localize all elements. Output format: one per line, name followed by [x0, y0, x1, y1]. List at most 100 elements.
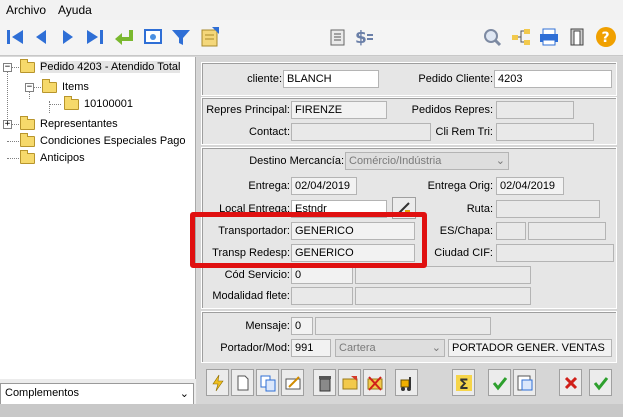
message-group: Mensaje: 0 Portador/Mod: 991 Cartera ⌄ P…: [201, 311, 617, 363]
tree-item-anticipos[interactable]: Anticipos: [20, 149, 85, 166]
folder-icon: [20, 149, 35, 164]
tree-item-items[interactable]: Items: [42, 78, 89, 95]
cli-rem-tri-field[interactable]: [496, 123, 594, 141]
entrega-orig-label: Entrega Orig:: [427, 180, 493, 192]
open-folder-icon[interactable]: [338, 369, 361, 396]
mensaje-field[interactable]: 0: [291, 317, 313, 335]
portador-mod-label: Portador/Mod:: [220, 342, 290, 354]
cancel-folder-icon[interactable]: [363, 369, 386, 396]
menu-archivo[interactable]: Archivo: [0, 3, 52, 17]
local-entrega-field[interactable]: Estndr: [291, 200, 387, 218]
lightning-icon[interactable]: [206, 369, 229, 396]
portador-mod-select[interactable]: Cartera ⌄: [335, 339, 445, 357]
collapse-root-icon[interactable]: −: [3, 63, 12, 72]
preview-icon[interactable]: [141, 25, 165, 49]
es-field[interactable]: [496, 222, 526, 240]
ciudad-cif-label: Ciudad CIF:: [434, 247, 493, 259]
folder-icon: [20, 115, 35, 130]
cod-servicio-desc-field[interactable]: [355, 266, 531, 284]
mensaje-label: Mensaje:: [245, 320, 290, 332]
delivery-group: Destino Mercancía: Comércio/Indústria ⌄ …: [201, 147, 617, 309]
collapse-items-icon[interactable]: −: [25, 83, 34, 92]
currency-icon[interactable]: $: [352, 25, 376, 49]
sum-icon[interactable]: Σ: [452, 369, 475, 396]
main-toolbar: $ ?: [0, 20, 623, 56]
entrega-label: Entrega:: [248, 180, 290, 192]
modalidad-flete-label: Modalidad flete:: [212, 290, 290, 302]
return-icon[interactable]: [112, 25, 136, 49]
help-icon[interactable]: ?: [594, 25, 618, 49]
cliente-field[interactable]: BLANCH: [283, 70, 379, 88]
expand-representantes-icon[interactable]: +: [3, 120, 12, 129]
destino-label: Destino Mercancía:: [249, 155, 344, 167]
pedidos-repres-field[interactable]: [496, 101, 574, 119]
entrega-orig-field[interactable]: 02/04/2019: [496, 177, 564, 195]
representative-group: Repres Principal: FIRENZE Pedidos Repres…: [201, 97, 617, 145]
forklift-icon[interactable]: [395, 369, 418, 396]
filter-icon[interactable]: [169, 25, 193, 49]
svg-text:Σ: Σ: [459, 377, 469, 392]
transp-redesp-label: Transp Redesp:: [212, 247, 290, 259]
first-icon[interactable]: [3, 25, 27, 49]
folder-icon: [42, 78, 57, 93]
cod-servicio-field[interactable]: 0: [291, 266, 353, 284]
confirm-icon[interactable]: [488, 369, 511, 396]
repres-principal-label: Repres Principal:: [206, 104, 290, 116]
menu-bar: Archivo Ayuda: [0, 0, 623, 20]
tree-item-10100001[interactable]: 10100001: [64, 95, 133, 112]
folder-icon: [20, 58, 35, 73]
destino-select[interactable]: Comércio/Indústria ⌄: [345, 152, 509, 170]
chevron-down-icon: ⌄: [495, 155, 505, 167]
menu-ayuda[interactable]: Ayuda: [52, 3, 98, 17]
chevron-down-icon: ⌄: [179, 388, 189, 400]
modalidad-flete-desc-field[interactable]: [355, 287, 531, 305]
new-document-icon[interactable]: [231, 369, 254, 396]
export-icon[interactable]: [197, 25, 221, 49]
prev-icon[interactable]: [29, 25, 53, 49]
tree-icon[interactable]: [509, 25, 533, 49]
order-detail-panel: cliente: BLANCH Pedido Cliente: 4203 Rep…: [197, 57, 623, 417]
search-icon[interactable]: [480, 25, 504, 49]
complementos-select[interactable]: Complementos ⌄: [0, 383, 194, 405]
mensaje-desc-field[interactable]: [315, 317, 491, 335]
edit-icon[interactable]: [281, 369, 304, 396]
status-strip: [0, 404, 623, 417]
folder-icon: [64, 95, 79, 110]
print-icon[interactable]: [537, 25, 561, 49]
notes-icon[interactable]: [326, 25, 350, 49]
svg-text:$: $: [355, 28, 367, 47]
transp-redesp-field[interactable]: GENERICO: [291, 244, 415, 262]
last-icon[interactable]: [83, 25, 107, 49]
contact-label: Contact:: [249, 126, 290, 138]
tree-item-representantes[interactable]: Representantes: [20, 115, 118, 132]
chapa-field[interactable]: [528, 222, 606, 240]
portador-code-field[interactable]: 991: [291, 339, 331, 357]
close-icon[interactable]: [559, 369, 582, 396]
pedido-cliente-field[interactable]: 4203: [494, 70, 612, 88]
delete-icon[interactable]: [313, 369, 336, 396]
cli-rem-tri-label: Cli Rem Tri:: [435, 126, 493, 138]
next-icon[interactable]: [56, 25, 80, 49]
cliente-label: cliente:: [247, 73, 282, 85]
action-toolbar: Σ: [201, 369, 623, 403]
portador-name-field[interactable]: PORTADOR GENER. VENTAS: [448, 339, 612, 357]
pedidos-repres-label: Pedidos Repres:: [411, 104, 493, 116]
client-group: cliente: BLANCH Pedido Cliente: 4203: [201, 62, 617, 96]
contact-field[interactable]: [291, 123, 431, 141]
ciudad-cif-field[interactable]: [496, 244, 614, 262]
accept-icon[interactable]: [589, 369, 612, 396]
entrega-field[interactable]: 02/04/2019: [291, 177, 357, 195]
transportador-label: Transportador:: [218, 225, 290, 237]
folder-icon: [20, 132, 35, 147]
modalidad-flete-field[interactable]: [291, 287, 353, 305]
ruta-label: Ruta:: [466, 203, 493, 215]
tree-item-condiciones[interactable]: Condiciones Especiales Pago: [20, 132, 186, 149]
exit-icon[interactable]: [565, 25, 589, 49]
report-icon[interactable]: [513, 369, 536, 396]
repres-principal-field[interactable]: FIRENZE: [291, 101, 387, 119]
copy-icon[interactable]: [256, 369, 279, 396]
tree-item-pedido[interactable]: Pedido 4203 - Atendido Total: [20, 58, 181, 75]
chevron-down-icon: ⌄: [431, 342, 441, 354]
ruta-field[interactable]: [496, 200, 600, 218]
transportador-field[interactable]: GENERICO: [291, 222, 415, 240]
